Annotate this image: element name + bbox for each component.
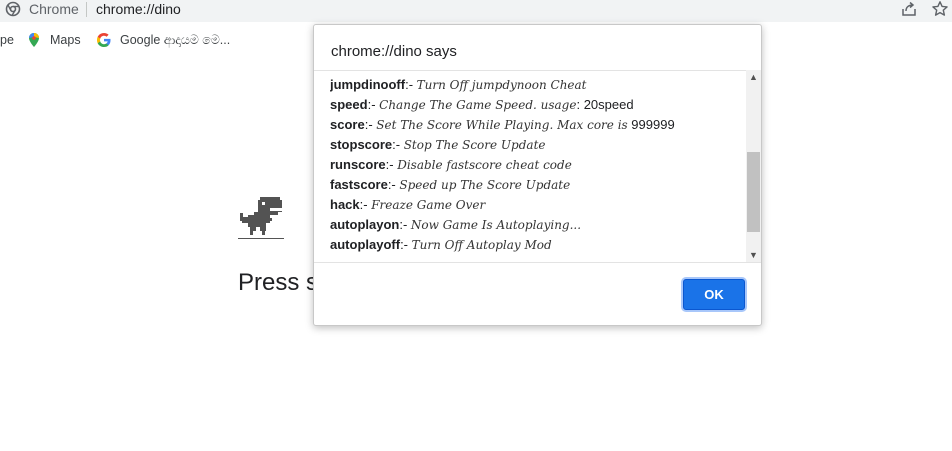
message-scrollbar[interactable]: ▲ ▼ [746,70,761,262]
bookmark-item-google[interactable]: Google ආදායම මෙ... [120,30,230,50]
chrome-info-icon[interactable] [5,1,21,17]
message-line: stopscore:- Stop The Score Update [330,137,546,152]
dialog-divider-top [314,70,761,71]
maps-pin-icon [29,33,39,47]
omnibox-bar: Chrome chrome://dino [0,0,952,22]
message-line: hack:- Freaze Game Over [330,197,486,212]
scroll-up-icon[interactable]: ▲ [746,70,761,84]
share-icon[interactable] [900,0,918,18]
scroll-down-icon[interactable]: ▼ [746,248,761,262]
dialog-message: jumpdinooff:- Turn Off jumpdynoon Cheat … [330,75,745,257]
alert-dialog: chrome://dino says jumpdinooff:- Turn Of… [313,24,762,326]
dialog-divider-bottom [314,262,761,263]
site-chip-label[interactable]: Chrome [29,1,79,17]
bookmark-star-icon[interactable] [931,0,949,18]
dialog-title: chrome://dino says [331,43,457,60]
bookmark-item-maps[interactable]: Maps [50,30,81,50]
bookmark-item-partial[interactable]: pe [0,30,14,50]
message-line: speed:- Change The Game Speed. usage: 20… [330,97,634,112]
google-icon [97,33,111,47]
message-line: runscore:- Disable fastscore cheat code [330,157,572,172]
message-line: score:- Set The Score While Playing. Max… [330,117,675,132]
address-text[interactable]: chrome://dino [96,1,181,17]
message-line: autoplayon:- Now Game Is Autoplaying... [330,217,582,232]
omnibox-separator [86,2,87,17]
scrollbar-thumb[interactable] [747,152,760,232]
message-line: autoplayoff:- Turn Off Autoplay Mod [330,237,552,252]
message-line: jumpdinooff:- Turn Off jumpdynoon Cheat [330,77,587,92]
ok-button[interactable]: OK [683,279,745,310]
message-line: fastscore:- Speed up The Score Update [330,177,571,192]
dino-trex-icon [238,197,284,239]
